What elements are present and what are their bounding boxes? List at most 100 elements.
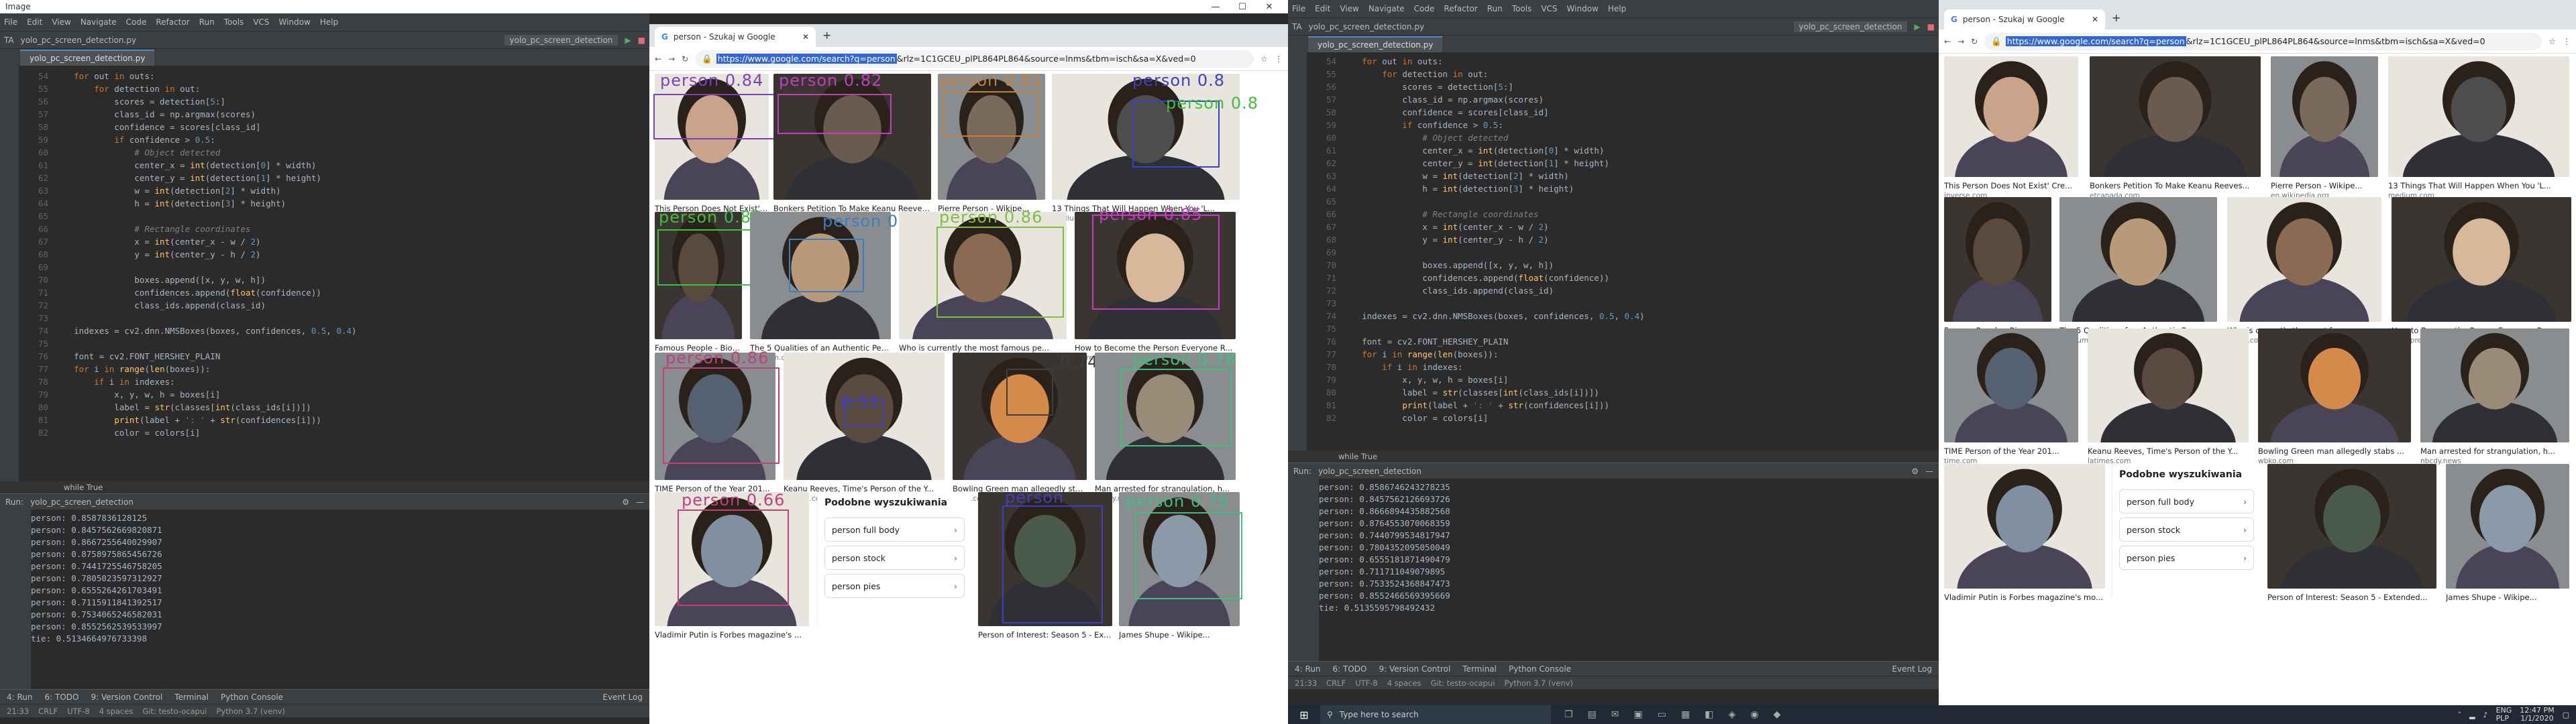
menu-navigate[interactable]: Navigate	[80, 17, 117, 27]
code-line[interactable]: 65	[19, 210, 649, 223]
menu-run[interactable]: Run	[1487, 4, 1503, 13]
status-position[interactable]: 21:33	[1295, 678, 1317, 688]
status-line-sep[interactable]: CRLF	[1326, 678, 1346, 688]
image-result-card[interactable]: person 0.84 This Person Does Not Exist' C…	[653, 71, 780, 228]
image-result-card[interactable]: person 0.87Famous People - Biog...biogra…	[655, 208, 761, 367]
result-thumbnail[interactable]	[1944, 464, 2105, 589]
browser-tab[interactable]: G person - Szukaj w Google ✕	[655, 27, 816, 47]
network-icon[interactable]: ▂	[2469, 711, 2475, 719]
image-result-card[interactable]: 0.74 Bowling Green man allegedly stabs ..…	[953, 353, 1097, 508]
menu-refactor[interactable]: Refactor	[1444, 4, 1477, 13]
status-encoding[interactable]: UTF-8	[1355, 678, 1378, 688]
image-result-card[interactable]: 0.51 Keanu Reeves, Time's Person of the Y…	[784, 353, 945, 508]
code-line[interactable]: 79 x, y, w, h = boxes[i]	[19, 388, 649, 401]
code-line[interactable]: 72 class_ids.append(class_id)	[1307, 284, 1939, 297]
image-result-card[interactable]: person 0.78 Man arrested for strangulatio…	[1095, 350, 1236, 508]
code-line[interactable]: 68 y = int(center_y - h / 2)	[1307, 233, 1939, 246]
related-search-item[interactable]: person full body ›	[824, 518, 965, 542]
code-line[interactable]: 82 color = colors[i]	[19, 426, 649, 439]
tool-tab-terminal[interactable]: Terminal	[174, 692, 209, 702]
code-line[interactable]: 67 x = int(center_x - w / 2)	[1307, 221, 1939, 233]
menu-file[interactable]: File	[4, 17, 17, 27]
outlook-icon[interactable]: ✉	[1611, 709, 1619, 720]
image-result-card[interactable]: How to Become the Person Everyone R...en…	[2392, 197, 2571, 350]
related-search-item[interactable]: person pies ›	[2119, 546, 2254, 570]
menu-dots-icon[interactable]: ⋮	[1275, 54, 1283, 64]
reload-icon[interactable]: ↻	[1971, 37, 1978, 46]
code-line[interactable]: 74 indexes = cv2.dnn.NMSBoxes(boxes, con…	[1307, 310, 1939, 322]
result-thumbnail[interactable]	[1944, 328, 2078, 442]
status-position[interactable]: 21:33	[7, 707, 29, 716]
star-icon[interactable]: ☆	[1260, 54, 1268, 64]
image-result-card[interactable]: Bowling Green man allegedly stabs ... wbk…	[2258, 328, 2411, 471]
code-line[interactable]: 69	[1307, 246, 1939, 259]
tool-tab-vcs[interactable]: 9: Version Control	[1379, 664, 1450, 674]
code-line[interactable]: 58 confidence = scores[class_id]	[19, 121, 649, 133]
file-name[interactable]: yolo_pc_screen_detection.py	[21, 36, 136, 45]
code-line[interactable]: 59 if confidence > 0.5:	[19, 133, 649, 146]
code-line[interactable]: 71 confidences.append(float(confidence))	[1307, 272, 1939, 284]
teams-icon[interactable]: ▦	[1681, 709, 1690, 720]
code-line[interactable]: 54 for out in outs:	[1307, 55, 1939, 68]
result-thumbnail[interactable]	[2227, 197, 2381, 322]
result-thumbnail[interactable]	[2059, 197, 2217, 322]
code-line[interactable]: 82 color = colors[i]	[1307, 412, 1939, 424]
reload-icon[interactable]: ↻	[682, 54, 688, 64]
tool-tab-run[interactable]: 4: Run	[1295, 664, 1321, 674]
status-git[interactable]: Git: testo-ocapui	[1430, 678, 1495, 688]
new-tab-button[interactable]: +	[2105, 11, 2127, 29]
code-line[interactable]: 73	[1307, 297, 1939, 310]
menu-window[interactable]: Window	[1567, 4, 1599, 13]
image-result-card[interactable]: person 0.66 Vladimir Putin is Forbes maga…	[655, 491, 809, 654]
result-thumbnail[interactable]	[2090, 56, 2261, 177]
result-title[interactable]: Vladimir Putin is Forbes magazine's mo..…	[1944, 593, 2105, 602]
code-line[interactable]: 55 for detection in out:	[19, 82, 649, 95]
star-icon[interactable]: ☆	[2548, 37, 2556, 46]
menu-dots-icon[interactable]: ⋮	[2563, 37, 2571, 46]
run-icon[interactable]: ▶	[1914, 22, 1920, 32]
menu-run[interactable]: Run	[199, 17, 215, 27]
code-line[interactable]: 56 scores = detection[5:]	[19, 95, 649, 108]
new-tab-button[interactable]: +	[816, 29, 838, 47]
result-title[interactable]: Bonkers Petition To Make Keanu Reeves...	[2090, 181, 2261, 190]
run-config-tab[interactable]: yolo_pc_screen_detection	[30, 497, 133, 507]
code-editor[interactable]: 54 for out in outs: 55 for detection in o…	[1307, 52, 1939, 450]
result-thumbnail[interactable]	[1944, 197, 2051, 322]
code-line[interactable]: 60 # Object detected	[1307, 131, 1939, 144]
image-result-card[interactable]: person 0.81Pierre Person - Wikipe...en.w…	[938, 71, 1045, 228]
file-explorer-icon[interactable]: ▤	[1588, 709, 1597, 720]
language-indicator[interactable]: ENG PLP	[2496, 707, 2512, 723]
code-line[interactable]: 55 for detection in out:	[1307, 68, 1939, 80]
code-line[interactable]: 81 print(label + ': ' + str(confidences[…	[1307, 399, 1939, 412]
code-line[interactable]: 73	[19, 312, 649, 324]
image-result-card[interactable]: person 0.87 The 5 Qualities of an Authent…	[750, 212, 925, 367]
image-window-titlebar[interactable]: Image — ☐ ✕	[0, 0, 1288, 13]
minimize-panel-icon[interactable]: —	[1925, 467, 1933, 476]
status-indent[interactable]: 4 spaces	[99, 707, 133, 716]
image-result-card[interactable]: person 0.82 Bonkers Petition To Make Kean…	[773, 71, 931, 228]
code-line[interactable]: 62 center_y = int(detection[1] * height)	[1307, 157, 1939, 170]
image-result-card[interactable]: This Person Does Not Exist' Cre... invers…	[1944, 56, 2078, 205]
menu-vcs[interactable]: VCS	[253, 17, 269, 27]
address-bar[interactable]: 🔒 https://www.google.com/search?q=person…	[695, 50, 1254, 68]
result-title[interactable]: 13 Things That Will Happen When You 'L..…	[2388, 181, 2569, 190]
editor-tab-file[interactable]: yolo_pc_screen_detection.py	[1308, 36, 1443, 52]
tool-tab-python-console[interactable]: Python Console	[221, 692, 283, 702]
status-git[interactable]: Git: testo-ocapui	[142, 707, 207, 716]
menu-view[interactable]: View	[52, 17, 70, 27]
related-search-item[interactable]: person full body ›	[2119, 489, 2254, 514]
menu-vcs[interactable]: VCS	[1541, 4, 1557, 13]
result-thumbnail[interactable]	[773, 74, 931, 200]
code-line[interactable]: 64 h = int(detection[3] * height)	[19, 197, 649, 210]
minimize-panel-icon[interactable]: —	[636, 497, 644, 507]
run-console[interactable]: person: 0.8586746243278235 person: 0.8457…	[1319, 479, 1939, 661]
result-title[interactable]: This Person Does Not Exist' Cre...	[1944, 181, 2078, 190]
status-line-sep[interactable]: CRLF	[38, 707, 58, 716]
terminal-icon[interactable]: ▭	[1658, 709, 1666, 720]
code-line[interactable]: 77 for i in range(len(boxes)):	[1307, 348, 1939, 361]
image-result-card[interactable]: The 5 Qualities of an Authentic Perso...…	[2059, 197, 2217, 350]
menu-view[interactable]: View	[1340, 4, 1358, 13]
code-line[interactable]: 78 if i in indexes:	[19, 375, 649, 388]
project-tool-strip[interactable]	[1288, 52, 1307, 450]
image-result-card[interactable]: person 0.86 TIME Person of the Year 201..…	[655, 349, 780, 508]
